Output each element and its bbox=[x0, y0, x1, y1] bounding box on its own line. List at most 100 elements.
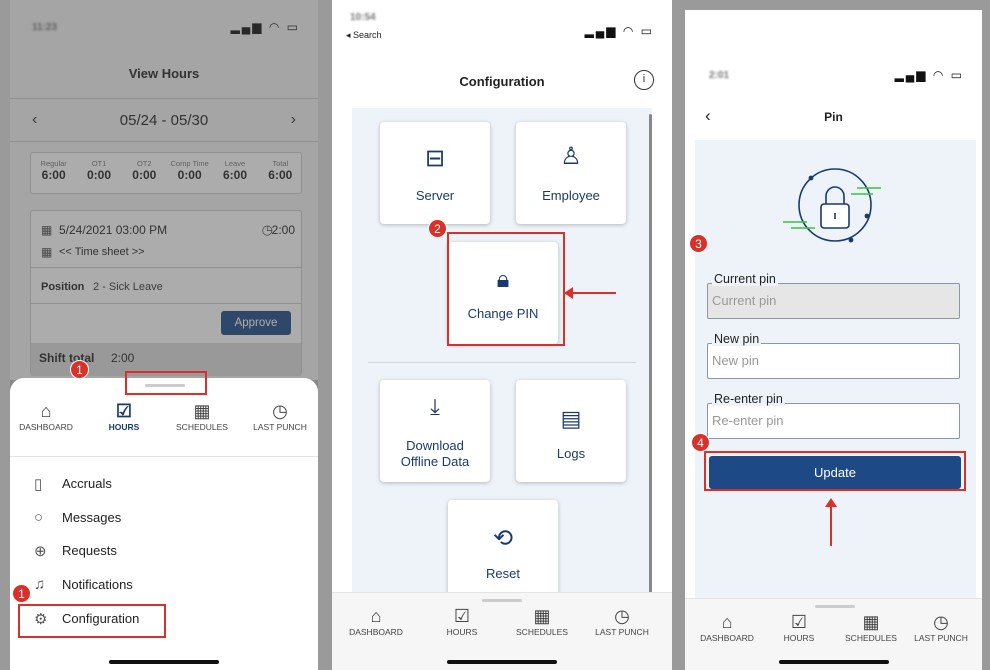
download-label: Download Offline Data bbox=[380, 438, 490, 470]
nav-label: DASHBOARD bbox=[349, 627, 403, 637]
checkbox-icon: ☑ bbox=[790, 612, 808, 632]
employee-label: Employee bbox=[542, 188, 600, 203]
calendar-icon: ▦ bbox=[193, 401, 211, 421]
nav-dashboard[interactable]: ⌂ DASHBOARD bbox=[10, 400, 86, 432]
highlight-box-configuration bbox=[18, 604, 166, 638]
menu-label: Requests bbox=[62, 543, 117, 558]
status-time: 10:54 bbox=[350, 12, 376, 23]
new-pin-input[interactable]: New pin bbox=[707, 343, 960, 379]
reenter-pin-input[interactable]: Re-enter pin bbox=[707, 403, 960, 439]
clock-icon: ◷ bbox=[272, 401, 288, 421]
logs-label: Logs bbox=[556, 446, 586, 461]
calendar-icon: ▦ bbox=[533, 606, 551, 626]
nav-dashboard[interactable]: ⌂ DASHBOARD bbox=[336, 605, 416, 637]
logs-card[interactable]: ▤ Logs bbox=[516, 380, 626, 482]
checkbox-icon: ☑ bbox=[115, 401, 133, 421]
arrow-head bbox=[825, 498, 837, 507]
server-card[interactable]: ⊟ Server bbox=[380, 122, 490, 224]
nav-label: HOURS bbox=[446, 627, 478, 637]
person-icon: ♙ bbox=[560, 143, 582, 170]
checkbox-icon: ☑ bbox=[453, 606, 471, 626]
arrow-line bbox=[830, 504, 832, 546]
signal-wifi-battery-icon: ▂▄▆ ◠ ▭ bbox=[584, 24, 654, 38]
nav-label: SCHEDULES bbox=[176, 422, 228, 432]
download-icon: ⤓ bbox=[430, 394, 440, 419]
step-badge: 1 bbox=[12, 584, 31, 603]
scrollbar[interactable] bbox=[649, 114, 652, 594]
nav-label: LAST PUNCH bbox=[914, 633, 968, 643]
nav-hours[interactable]: ☑ HOURS bbox=[422, 605, 502, 637]
arrow-line bbox=[568, 292, 616, 294]
highlight-box-update bbox=[704, 451, 966, 491]
signal-wifi-battery-icon: ▂▄▆ ◠ ▭ bbox=[894, 68, 964, 82]
current-pin-label: Current pin bbox=[712, 272, 778, 286]
highlight-box-drag-handle bbox=[125, 371, 207, 395]
drag-handle[interactable] bbox=[815, 605, 855, 608]
status-time: 2:01 bbox=[709, 70, 730, 81]
page-title: Pin bbox=[824, 110, 843, 124]
home-icon: ⌂ bbox=[370, 606, 382, 626]
phone-pin: 2:01 ▂▄▆ ◠ ▭ ‹ Pin Current pin Current p… bbox=[685, 10, 982, 670]
phone-configuration: 10:54 ◂ Search ▂▄▆ ◠ ▭ Configuration i ⊟… bbox=[332, 0, 672, 670]
server-label: Server bbox=[415, 188, 455, 203]
nav-hours[interactable]: ☑ HOURS bbox=[759, 611, 839, 643]
menu-label: Accruals bbox=[62, 476, 112, 491]
lock-illustration-icon bbox=[783, 168, 881, 243]
status-bar: 10:54 ◂ Search ▂▄▆ ◠ ▭ bbox=[332, 0, 672, 40]
nav-label: DASHBOARD bbox=[700, 633, 754, 643]
home-icon: ⌂ bbox=[40, 401, 52, 421]
plus-circle-icon: ⊕ bbox=[34, 543, 47, 560]
nav-label: HOURS bbox=[783, 633, 815, 643]
nav-schedules[interactable]: ▦ SCHEDULES bbox=[162, 400, 242, 432]
reset-card[interactable]: ⟲ Reset bbox=[448, 500, 558, 602]
nav-label: SCHEDULES bbox=[516, 627, 568, 637]
modal-overlay[interactable] bbox=[10, 0, 318, 380]
config-grid: ⊟ Server ♙ Employee 🔒︎ Change PIN ⤓ Down… bbox=[352, 108, 652, 602]
nav-last-punch[interactable]: ◷ LAST PUNCH bbox=[582, 605, 662, 637]
highlight-box-change-pin bbox=[447, 232, 565, 346]
clock-icon: ◷ bbox=[614, 606, 630, 626]
nav-schedules[interactable]: ▦ SCHEDULES bbox=[831, 611, 911, 643]
back-to-search-link[interactable]: ◂ Search bbox=[346, 30, 382, 41]
download-offline-data-card[interactable]: ⤓ Download Offline Data bbox=[380, 380, 490, 482]
nav-last-punch[interactable]: ◷ LAST PUNCH bbox=[901, 611, 981, 643]
reset-icon: ⟲ bbox=[492, 525, 514, 552]
divider bbox=[368, 362, 636, 363]
phone-view-hours: 11:23 ▂▄▆ ◠ ▭ View Hours ‹ 05/24 - 05/30… bbox=[10, 0, 318, 670]
screenshot-stage: 11:23 ▂▄▆ ◠ ▭ View Hours ‹ 05/24 - 05/30… bbox=[0, 0, 990, 670]
server-icon: ⊟ bbox=[424, 145, 446, 172]
nav-dashboard[interactable]: ⌂ DASHBOARD bbox=[687, 611, 767, 643]
bottom-nav: ⌂ DASHBOARD ☑ HOURS ▦ SCHEDULES ◷ LAST PUNCH bbox=[685, 598, 982, 670]
message-icon: ○ bbox=[34, 509, 44, 526]
employee-card[interactable]: ♙ Employee bbox=[516, 122, 626, 224]
nav-label: HOURS bbox=[108, 422, 140, 432]
current-pin-input[interactable]: Current pin bbox=[707, 283, 960, 319]
download-label-line1: Download bbox=[406, 438, 464, 453]
home-icon: ⌂ bbox=[721, 612, 733, 632]
step-badge: 2 bbox=[428, 219, 447, 238]
reset-label: Reset bbox=[486, 566, 520, 581]
nav-hours[interactable]: ☑ HOURS bbox=[84, 400, 164, 432]
home-indicator bbox=[109, 660, 219, 664]
menu-label: Notifications bbox=[62, 577, 133, 592]
clock-icon: ◷ bbox=[933, 612, 949, 632]
document-icon: ▤ bbox=[560, 406, 582, 431]
status-bar: 2:01 ▂▄▆ ◠ ▭ bbox=[685, 10, 982, 100]
home-indicator bbox=[447, 660, 557, 664]
nav-label: LAST PUNCH bbox=[595, 627, 649, 637]
step-badge: 3 bbox=[689, 234, 708, 253]
divider bbox=[10, 456, 318, 457]
menu-label: Messages bbox=[62, 510, 122, 525]
reenter-pin-label: Re-enter pin bbox=[712, 392, 785, 406]
nav-schedules[interactable]: ▦ SCHEDULES bbox=[502, 605, 582, 637]
step-badge: 1 bbox=[70, 360, 89, 379]
page-title: Configuration bbox=[459, 74, 545, 89]
nav-label: SCHEDULES bbox=[845, 633, 897, 643]
new-pin-label: New pin bbox=[712, 332, 762, 346]
nav-label: LAST PUNCH bbox=[253, 422, 307, 432]
info-icon[interactable]: i bbox=[634, 70, 654, 90]
calendar-icon: ▦ bbox=[862, 612, 880, 632]
nav-label: DASHBOARD bbox=[19, 422, 73, 432]
nav-last-punch[interactable]: ◷ LAST PUNCH bbox=[240, 400, 318, 432]
drag-handle[interactable] bbox=[482, 599, 522, 602]
